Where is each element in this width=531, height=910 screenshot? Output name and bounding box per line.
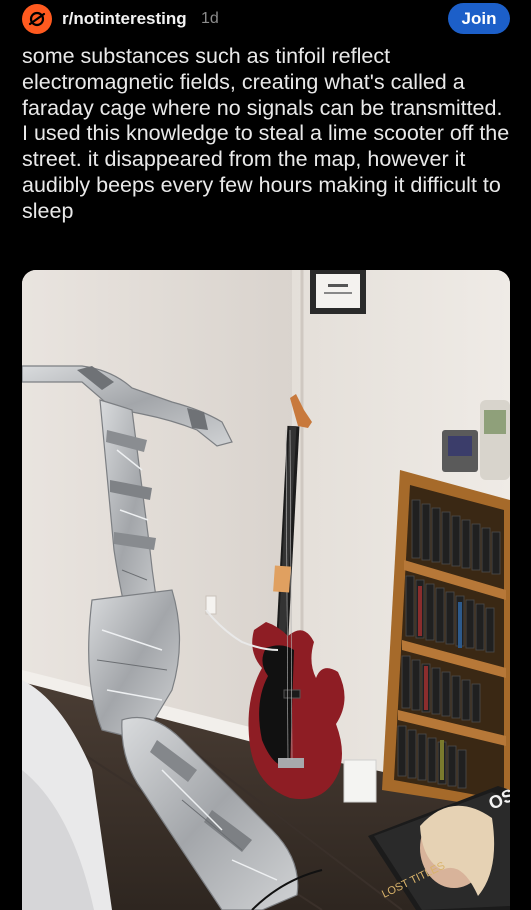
post-age: 1d xyxy=(201,10,219,27)
join-button[interactable]: Join xyxy=(448,3,510,34)
scooter-photo: OSB LOST TITLES xyxy=(22,270,510,910)
post-body-text: some substances such as tinfoil reflect … xyxy=(22,44,510,223)
bookshelf xyxy=(382,470,510,810)
post-image[interactable]: OSB LOST TITLES xyxy=(22,270,510,910)
subreddit-avatar-icon[interactable] xyxy=(22,4,52,34)
subreddit-name[interactable]: r/notinteresting xyxy=(62,9,187,29)
post-header: r/notinteresting 1d Join xyxy=(0,0,531,40)
